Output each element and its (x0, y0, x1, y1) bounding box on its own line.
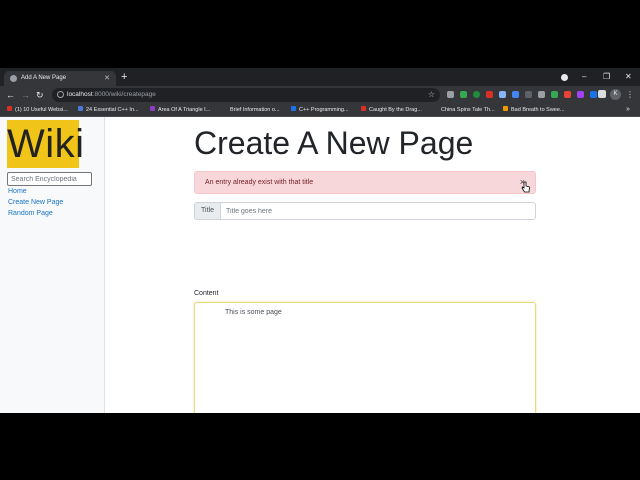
puzzle-icon[interactable] (598, 90, 606, 98)
profile-indicator-icon (561, 74, 568, 81)
extension-icon[interactable] (473, 91, 480, 98)
extension-icon[interactable] (590, 91, 597, 98)
title-input[interactable] (220, 202, 536, 220)
bookmarks-overflow-icon[interactable]: » (626, 104, 630, 116)
extension-icon[interactable] (577, 91, 584, 98)
search-input[interactable] (7, 172, 92, 186)
forward-button[interactable]: → (21, 88, 30, 102)
minimize-button[interactable]: – (582, 70, 586, 84)
youtube-icon (7, 106, 12, 112)
tab-close-icon[interactable]: ✕ (104, 71, 110, 86)
extension-icon[interactable] (447, 91, 454, 98)
site-icon (291, 106, 296, 112)
reload-button[interactable]: ↻ (36, 88, 44, 102)
bookmark-item[interactable]: Caught By the Drag... (361, 104, 422, 116)
extension-icon[interactable] (512, 91, 519, 98)
bookmark-item[interactable]: Brief Information o... (222, 104, 280, 116)
bookmark-item[interactable]: 24 Essential C++ In... (78, 104, 139, 116)
bookmark-star-icon[interactable]: ☆ (428, 88, 435, 102)
page-content: Wiki Home Create New Page Random Page Cr… (0, 117, 640, 413)
extension-icon[interactable] (564, 91, 571, 98)
extension-icon[interactable] (538, 91, 545, 98)
extension-icon[interactable] (551, 91, 558, 98)
sidebar-link-home[interactable]: Home (8, 187, 27, 197)
window-close-button[interactable]: ✕ (625, 70, 632, 84)
site-icon (433, 106, 438, 112)
bookmark-item[interactable]: (1) 10 Useful Websi... (7, 104, 68, 116)
wiki-logo: Wiki (7, 120, 85, 168)
site-icon (222, 106, 227, 112)
tab-strip: Add A New Page ✕ + – ❐ ✕ (0, 68, 640, 86)
bookmarks-bar: (1) 10 Useful Websi... 24 Essential C++ … (0, 104, 640, 117)
extension-icon[interactable] (525, 91, 532, 98)
site-icon (361, 106, 366, 112)
info-icon[interactable] (57, 91, 64, 98)
sidebar-link-create-new-page[interactable]: Create New Page (8, 198, 63, 208)
site-icon (503, 106, 508, 112)
browser-menu-icon[interactable]: ⋮ (626, 88, 634, 102)
browser-window: Add A New Page ✕ + – ❐ ✕ ← → ↻ localhost… (0, 68, 640, 413)
sidebar-link-random-page[interactable]: Random Page (8, 209, 53, 219)
content-textarea[interactable]: This is some page (194, 302, 536, 413)
alert-message: An entry already exist with that title (205, 179, 314, 186)
globe-icon (10, 75, 17, 82)
page-title: Create A New Page (194, 125, 474, 161)
address-bar[interactable]: localhost:8000/wiki/createpage ☆ (52, 88, 440, 102)
tab-add-a-new-page[interactable]: Add A New Page ✕ (4, 71, 116, 86)
content-label: Content (194, 290, 219, 297)
profile-avatar[interactable]: K (610, 89, 621, 100)
sidebar: Wiki Home Create New Page Random Page (0, 117, 105, 413)
extension-icon[interactable] (460, 91, 467, 98)
bookmark-item[interactable]: China Spins Tale Th... (433, 104, 495, 116)
bookmark-item[interactable]: C++ Programming... (291, 104, 349, 116)
new-tab-button[interactable]: + (121, 70, 127, 85)
bookmark-item[interactable]: Bad Breath to Swee... (503, 104, 565, 116)
browser-toolbar: ← → ↻ localhost:8000/wiki/createpage ☆ K… (0, 86, 640, 104)
back-button[interactable]: ← (6, 88, 15, 102)
url-text: localhost:8000/wiki/createpage (67, 91, 156, 98)
tab-title: Add A New Page (21, 75, 67, 81)
extension-icon[interactable] (486, 91, 493, 98)
site-icon (150, 106, 155, 112)
title-label: Title (194, 202, 221, 220)
error-alert: An entry already exist with that title × (194, 171, 536, 194)
title-input-group: Title (194, 202, 536, 220)
bookmark-item[interactable]: Area Of A Triangle I... (150, 104, 210, 116)
maximize-button[interactable]: ❐ (603, 70, 610, 84)
hand-cursor-icon (521, 181, 530, 193)
site-icon (78, 106, 83, 112)
extension-icon[interactable] (499, 91, 506, 98)
